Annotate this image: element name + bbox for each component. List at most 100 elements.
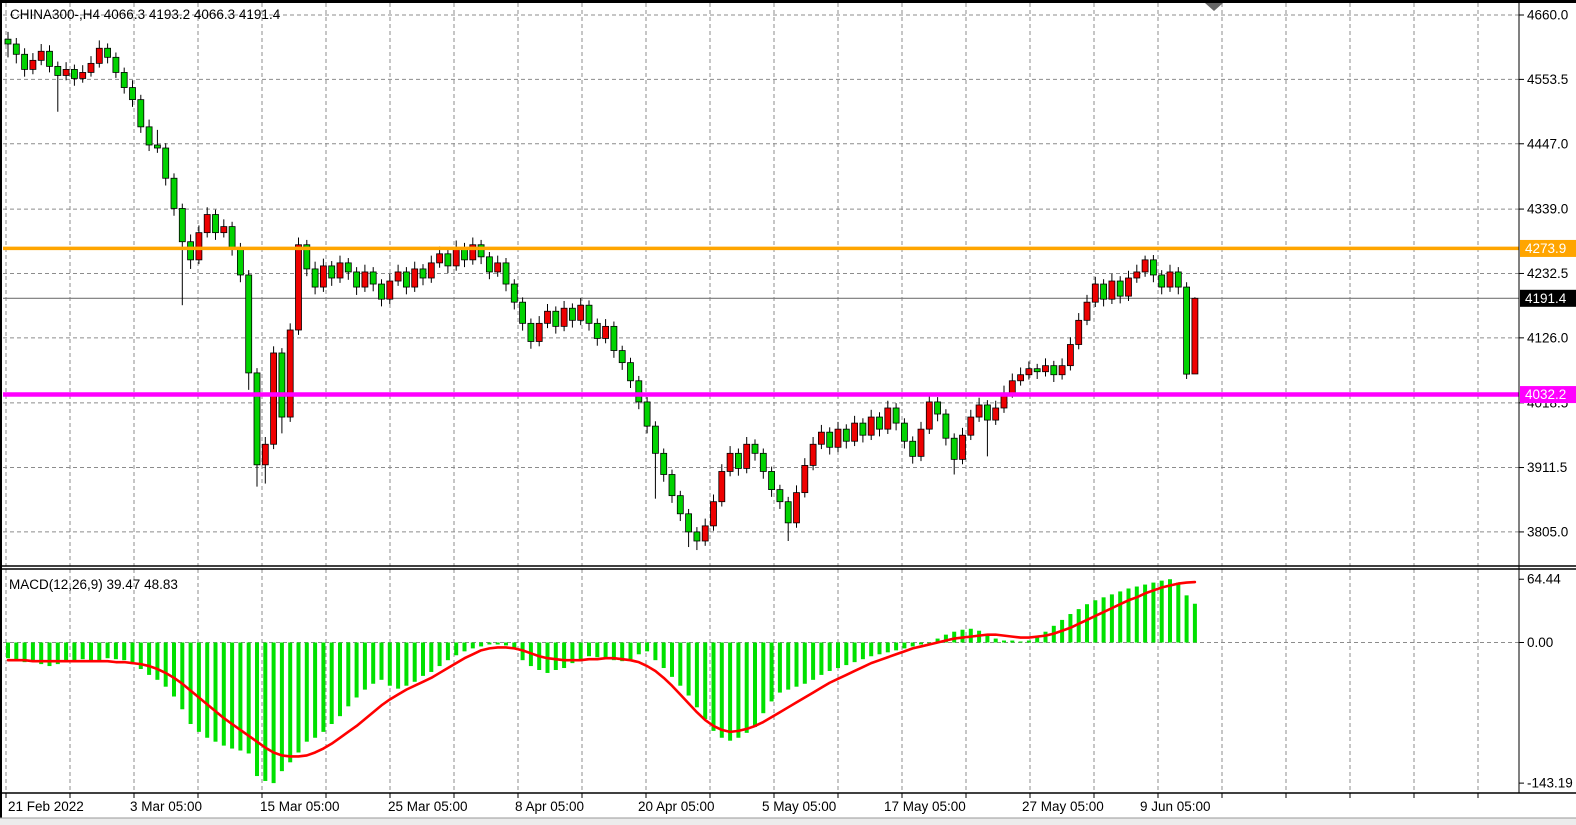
macd-histogram-bar [811,642,816,680]
candle-bullish [1008,380,1016,394]
candle-bearish [402,271,410,288]
macd-histogram-bar [147,642,152,675]
candle-bullish [1108,280,1116,300]
candle-bullish [602,325,609,339]
macd-histogram-bar [14,642,19,661]
macd-histogram-bar [694,642,699,708]
macd-histogram-bar [321,642,326,732]
macd-histogram-bar [470,642,475,649]
macd-axis-label: 64.44 [1527,572,1561,587]
candle-bullish [710,501,717,527]
macd-histogram-bar [396,642,401,689]
macd-axis-label: -143.19 [1527,776,1573,791]
candle-bearish [46,50,53,67]
macd-histogram-bar [1168,579,1172,643]
macd-histogram-bar [1035,637,1040,643]
candle-bearish [71,69,78,79]
candle-bearish [12,43,20,55]
macd-histogram-bar [894,642,899,651]
macd-histogram-bar [304,642,309,742]
macd-histogram-bar [279,642,284,772]
candle-bullish [1166,271,1174,288]
candle-bearish [527,322,535,342]
candle-bearish [187,241,195,261]
macd-histogram-bar [1192,603,1197,643]
time-axis-label: 15 Mar 05:00 [260,799,340,814]
candle-bearish [253,372,261,466]
price-axis-label: 3805.0 [1527,524,1568,539]
candle-bearish [178,208,186,243]
macd-histogram-bar [686,642,691,696]
candle-bearish [569,307,576,321]
candle-bearish [784,501,792,524]
macd-histogram-bar [504,642,508,646]
chart-title: CHINA300-,H4 4066.3 4193.2 4066.3 4191.4 [10,7,281,22]
candle-bullish [793,492,800,524]
candle-bullish [1042,365,1049,373]
macd-histogram-bar [653,642,658,661]
macd-histogram-bar [1118,591,1123,643]
candlestick-chart[interactable]: 4660.04553.54447.04339.04232.54126.04018… [0,0,1576,825]
candle-bullish [925,401,933,430]
macd-histogram-bar [255,642,259,777]
macd-histogram-bar [919,642,923,645]
macd-histogram-bar [736,642,741,738]
macd-histogram-bar [603,642,608,660]
candle-bearish [1150,259,1157,276]
candle-bullish [195,232,203,261]
macd-histogram-bar [462,642,467,652]
macd-histogram-bar [387,642,392,686]
candle-bearish [859,422,867,436]
candle-bullish [975,404,983,418]
macd-histogram-bar [188,642,193,725]
macd-histogram-bar [836,642,840,669]
candle-bearish [153,144,161,149]
candle-bullish [701,525,709,542]
candle-bullish [37,50,45,61]
time-axis-label: 5 May 05:00 [762,799,836,814]
candle-bullish [452,247,460,267]
time-axis-label: 9 Jun 05:00 [1140,799,1211,814]
candle-bullish [386,280,394,300]
candle-bearish [4,38,12,45]
macd-histogram-bar [288,642,293,763]
macd-histogram-bar [437,642,442,667]
macd-histogram-bar [105,642,110,659]
macd-histogram-bar [777,642,782,693]
candle-bullish [834,428,842,448]
candle-bullish [220,226,228,234]
macd-histogram-bar [711,642,716,731]
macd-histogram-bar [445,642,450,661]
macd-histogram-bar [860,642,865,660]
candle-bullish [29,59,37,70]
candle-bearish [635,380,643,403]
candle-bearish [245,274,253,374]
candle-bullish [95,47,103,64]
macd-histogram-bar [196,642,201,732]
candle-bearish [892,407,900,424]
macd-histogram-bar [238,642,243,751]
macd-histogram-bar [877,642,882,655]
macd-histogram-bar [769,642,774,702]
macd-histogram-bar [902,642,907,649]
macd-histogram-bar [827,642,832,671]
macd-histogram-bar [1184,595,1189,643]
macd-histogram-bar [703,642,708,720]
candle-bearish [212,214,219,234]
price-badge-label: 4032.2 [1525,387,1566,402]
candle-bearish [984,404,991,421]
candle-bearish [676,495,684,515]
main-pane-grid [0,0,1576,825]
macd-histogram-bar [1159,580,1164,643]
macd-histogram-bar [819,642,824,675]
macd-histogram-bar [47,642,52,667]
candle-bullish [62,69,70,76]
candle-bearish [444,253,452,267]
macd-histogram-bar [1026,640,1031,643]
macd-histogram-bar [371,642,376,684]
candle-bullish [436,253,444,264]
macd-histogram-bar [213,642,218,742]
candle-bearish [842,428,850,442]
macd-histogram-bar [761,642,766,714]
candle-bullish [1083,301,1091,321]
